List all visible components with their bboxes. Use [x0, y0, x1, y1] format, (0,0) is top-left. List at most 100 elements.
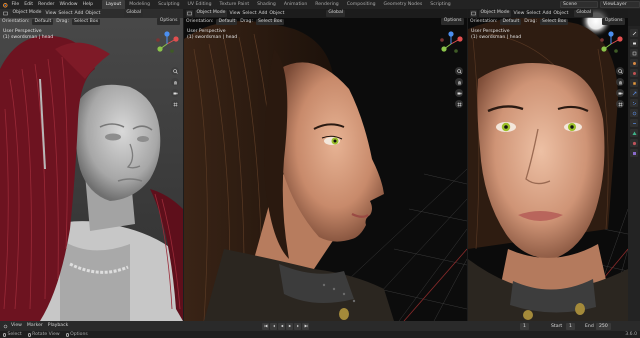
orientation-dropdown[interactable]: Default	[216, 18, 238, 26]
tab-modeling[interactable]: Modeling	[125, 0, 154, 9]
grid-icon[interactable]	[171, 100, 179, 108]
drag-dropdown[interactable]: Select Box	[72, 18, 101, 26]
next-keyframe-icon[interactable]	[294, 322, 301, 330]
menu-help[interactable]: Help	[80, 0, 95, 9]
mode-dropdown[interactable]: Object Mode	[478, 10, 512, 17]
hand-icon[interactable]	[616, 78, 624, 86]
tab-compositing[interactable]: Compositing	[343, 0, 380, 9]
timeline-menu-playback[interactable]: Playback	[45, 321, 71, 331]
menu-select[interactable]: Select	[58, 10, 72, 18]
grid-icon[interactable]	[455, 100, 463, 108]
modifier-properties-icon[interactable]	[630, 89, 638, 97]
render-properties-icon[interactable]	[630, 39, 638, 47]
menu-edit[interactable]: Edit	[22, 0, 36, 9]
camera-icon[interactable]	[455, 89, 463, 97]
menu-view[interactable]: View	[45, 10, 56, 18]
tab-rendering[interactable]: Rendering	[311, 0, 342, 9]
physics-properties-icon[interactable]	[630, 109, 638, 117]
options-button[interactable]: Options	[441, 18, 464, 25]
timeline-menu-marker[interactable]: Marker	[24, 321, 45, 331]
transform-dropdown[interactable]: Global	[326, 10, 346, 17]
navigation-gizmo[interactable]	[152, 29, 182, 59]
tab-layout[interactable]: Layout	[101, 0, 126, 9]
navigation-gizmo[interactable]	[596, 29, 626, 59]
viewport-render-front[interactable]: Object Mode View Select Add Object Globa…	[468, 9, 628, 321]
workspace-tabs: Layout Modeling Sculpting UV Editing Tex…	[101, 0, 455, 9]
camera-icon[interactable]	[616, 89, 624, 97]
jump-start-icon[interactable]	[262, 322, 269, 330]
menu-object[interactable]: Object	[85, 10, 100, 18]
data-properties-icon[interactable]	[630, 129, 638, 137]
texture-properties-icon[interactable]	[630, 149, 638, 157]
timeline-menu-view[interactable]: View	[9, 321, 25, 331]
menu-view[interactable]: View	[513, 10, 524, 18]
view-layer-field[interactable]: ViewLayer	[600, 1, 640, 8]
end-frame-field[interactable]: 250	[596, 322, 611, 330]
zoom-icon[interactable]	[455, 67, 463, 75]
transform-dropdown[interactable]: Global	[574, 10, 594, 17]
menu-file[interactable]: File	[9, 0, 22, 9]
prev-keyframe-icon[interactable]	[270, 322, 277, 330]
status-rotate-label: Rotate View	[32, 332, 60, 337]
mode-dropdown[interactable]: Object Mode	[10, 10, 44, 17]
menu-select[interactable]: Select	[526, 10, 540, 18]
material-properties-icon[interactable]	[630, 139, 638, 147]
tab-animation[interactable]: Animation	[280, 0, 311, 9]
navigation-gizmo[interactable]	[436, 29, 466, 59]
options-button[interactable]: Options	[602, 18, 625, 25]
tab-geometry-nodes[interactable]: Geometry Nodes	[380, 0, 427, 9]
constraint-properties-icon[interactable]	[630, 119, 638, 127]
options-button[interactable]: Options	[157, 18, 180, 25]
orientation-dropdown[interactable]: Default	[32, 18, 54, 26]
scene-field[interactable]: Scene	[560, 1, 598, 8]
hand-icon[interactable]	[455, 78, 463, 86]
tab-scripting[interactable]: Scripting	[426, 0, 454, 9]
orientation-dropdown[interactable]: Default	[500, 18, 522, 26]
grid-icon[interactable]	[616, 100, 624, 108]
menu-window[interactable]: Window	[57, 0, 80, 9]
transform-dropdown[interactable]: Global	[124, 10, 144, 17]
timeline-header: View Marker Playback 1 Start 1 End 250	[0, 321, 640, 331]
play-reverse-icon[interactable]	[278, 322, 285, 330]
camera-icon[interactable]	[171, 89, 179, 97]
start-frame-field[interactable]: 1	[566, 322, 575, 330]
editor-type-icon[interactable]	[186, 10, 193, 17]
hand-icon[interactable]	[171, 78, 179, 86]
tool-settings: Orientation: Default Drag: Select Box	[0, 18, 183, 26]
menu-add[interactable]: Add	[543, 10, 552, 18]
viewport-solid[interactable]: Object Mode View Select Add Object Globa…	[0, 9, 183, 321]
menu-add[interactable]: Add	[259, 10, 268, 18]
output-properties-icon[interactable]	[630, 49, 638, 57]
mode-dropdown[interactable]: Object Mode	[194, 10, 228, 17]
tool-properties-icon[interactable]	[630, 29, 638, 37]
particle-properties-icon[interactable]	[630, 99, 638, 107]
editor-type-icon[interactable]	[2, 10, 9, 17]
viewport-info: User Perspective (1) swordsman | head	[3, 29, 53, 40]
menu-select[interactable]: Select	[242, 10, 256, 18]
editor-type-icon[interactable]	[470, 10, 477, 17]
blender-logo-icon[interactable]	[0, 0, 9, 9]
tab-texture-paint[interactable]: Texture Paint	[216, 0, 254, 9]
jump-end-icon[interactable]	[302, 322, 309, 330]
menu-view[interactable]: View	[229, 10, 240, 18]
object-properties-icon[interactable]	[630, 79, 638, 87]
viewport-render-profile[interactable]: Object Mode View Select Add Object Globa…	[184, 9, 467, 321]
drag-dropdown[interactable]: Select Box	[540, 18, 569, 26]
menu-object[interactable]: Object	[269, 10, 284, 18]
menu-add[interactable]: Add	[75, 10, 84, 18]
scene-selectors: Scene ViewLayer	[558, 0, 640, 9]
current-frame-field[interactable]: 1	[520, 322, 529, 330]
menu-object[interactable]: Object	[553, 10, 568, 18]
play-icon[interactable]	[286, 322, 293, 330]
zoom-icon[interactable]	[616, 67, 624, 75]
tab-sculpting[interactable]: Sculpting	[154, 0, 183, 9]
zoom-icon[interactable]	[171, 67, 179, 75]
tab-uv-editing[interactable]: UV Editing	[184, 0, 216, 9]
menu-render[interactable]: Render	[36, 0, 57, 9]
tab-shading[interactable]: Shading	[253, 0, 280, 9]
scene-properties-icon[interactable]	[630, 59, 638, 67]
drag-dropdown[interactable]: Select Box	[256, 18, 285, 26]
status-bar: Select Rotate View Options 3.6.0	[0, 331, 640, 338]
world-properties-icon[interactable]	[630, 69, 638, 77]
drag-label: Drag:	[524, 19, 537, 24]
